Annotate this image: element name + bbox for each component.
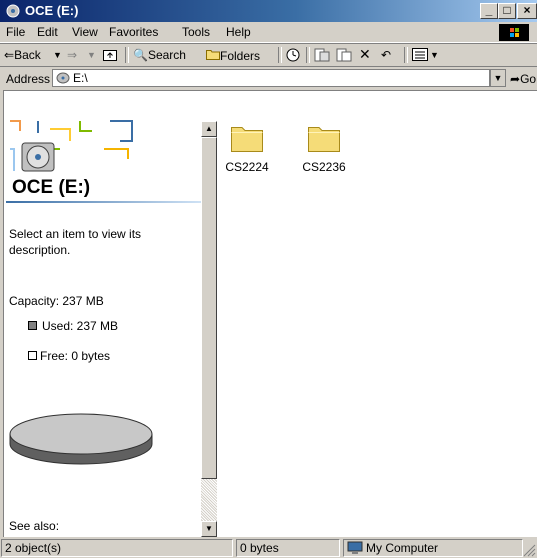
status-zone: My Computer [343,539,523,557]
up-folder-icon[interactable] [103,48,117,64]
capacity-text: Capacity: 237 MB [9,294,104,308]
windows-logo-icon [499,24,529,41]
toolbar-separator [125,47,129,63]
description-text: Select an item to view its description. [9,227,142,257]
drive-icon [6,4,20,18]
address-value: E:\ [73,71,88,85]
folder-icon [308,127,340,152]
move-to-icon[interactable] [314,48,330,65]
back-button[interactable]: ⇐Back [4,48,41,62]
menu-edit[interactable]: Edit [37,25,58,39]
menu-favorites[interactable]: Favorites [109,25,158,39]
toolbar-separator [306,47,310,63]
folders-icon [206,50,220,60]
forward-arrow-icon[interactable]: ⇒ [67,48,77,62]
free-swatch-icon [28,351,37,360]
address-dropdown-icon[interactable]: ▼ [490,69,506,87]
used-swatch-icon [28,321,37,330]
folder-name: CS2224 [225,160,269,174]
menu-file[interactable]: File [6,25,25,39]
menu-help[interactable]: Help [226,25,251,39]
address-bar: Address E:\ ▼ ➦Go [0,66,537,89]
drive-banner-icon [10,120,133,172]
scroll-up-arrow-icon[interactable]: ▲ [201,121,217,137]
scroll-thumb[interactable] [201,137,217,479]
views-dropdown-icon[interactable]: ▼ [430,50,439,60]
toolbar-separator [278,47,282,63]
window-title: OCE (E:) [25,3,79,18]
forward-dropdown-icon[interactable]: ▼ [87,50,96,60]
used-space: Used: 237 MB [28,319,118,333]
disk-usage-pie [9,413,153,465]
folders-button[interactable]: Folders [206,48,260,63]
back-dropdown-icon[interactable]: ▼ [53,50,62,60]
address-label: Address [6,72,51,86]
search-button[interactable]: 🔍Search [133,48,186,62]
drive-title: OCE (E:) [12,177,91,198]
explorer-window: OCE (E:) _ □ × File Edit View Favorites … [0,0,537,558]
menu-bar: File Edit View Favorites Tools Help [0,22,537,43]
status-bar: 2 object(s) 0 bytes My Computer [0,537,537,558]
copy-to-icon[interactable] [336,48,352,65]
undo-icon[interactable]: ↶ [381,48,391,62]
go-arrow-icon: ➦ [510,72,521,86]
status-objects: 2 object(s) [1,539,233,557]
folder-name: CS2236 [302,160,346,174]
views-icon[interactable] [412,48,428,64]
title-divider [6,201,201,203]
close-button[interactable]: × [517,3,537,19]
history-icon[interactable] [285,48,301,65]
back-arrow-icon: ⇐ [4,48,15,62]
go-button[interactable]: ➦Go [510,72,536,86]
delete-icon[interactable]: ✕ [359,46,371,63]
address-input[interactable]: E:\ [52,69,490,87]
standard-toolbar: ⇐Back ▼ ⇒ ▼ 🔍Search Folders ✕ ↶ ▼ [0,43,537,67]
scroll-down-arrow-icon[interactable]: ▼ [201,521,217,537]
menu-tools[interactable]: Tools [182,25,210,39]
my-computer-icon [347,541,363,554]
drive-icon [56,72,70,84]
content-area: OCE (E:) Select an item to view its desc… [3,90,537,538]
folder-item[interactable]: CS2236 [294,123,354,174]
maximize-button[interactable]: □ [498,3,516,19]
left-pane-scrollbar[interactable]: ▲ ▼ [201,121,217,537]
title-bar[interactable]: OCE (E:) _ □ × [0,0,537,22]
resize-grip-icon[interactable] [522,543,536,557]
folder-item[interactable]: CS2224 [217,123,277,174]
search-icon: 🔍 [133,48,148,62]
see-also-label: See also: [9,519,60,533]
menu-view[interactable]: View [72,25,98,39]
status-size: 0 bytes [236,539,340,557]
folder-icon [231,127,263,152]
free-space: Free: 0 bytes [28,349,110,363]
minimize-button[interactable]: _ [480,3,498,19]
toolbar-separator [404,47,408,63]
